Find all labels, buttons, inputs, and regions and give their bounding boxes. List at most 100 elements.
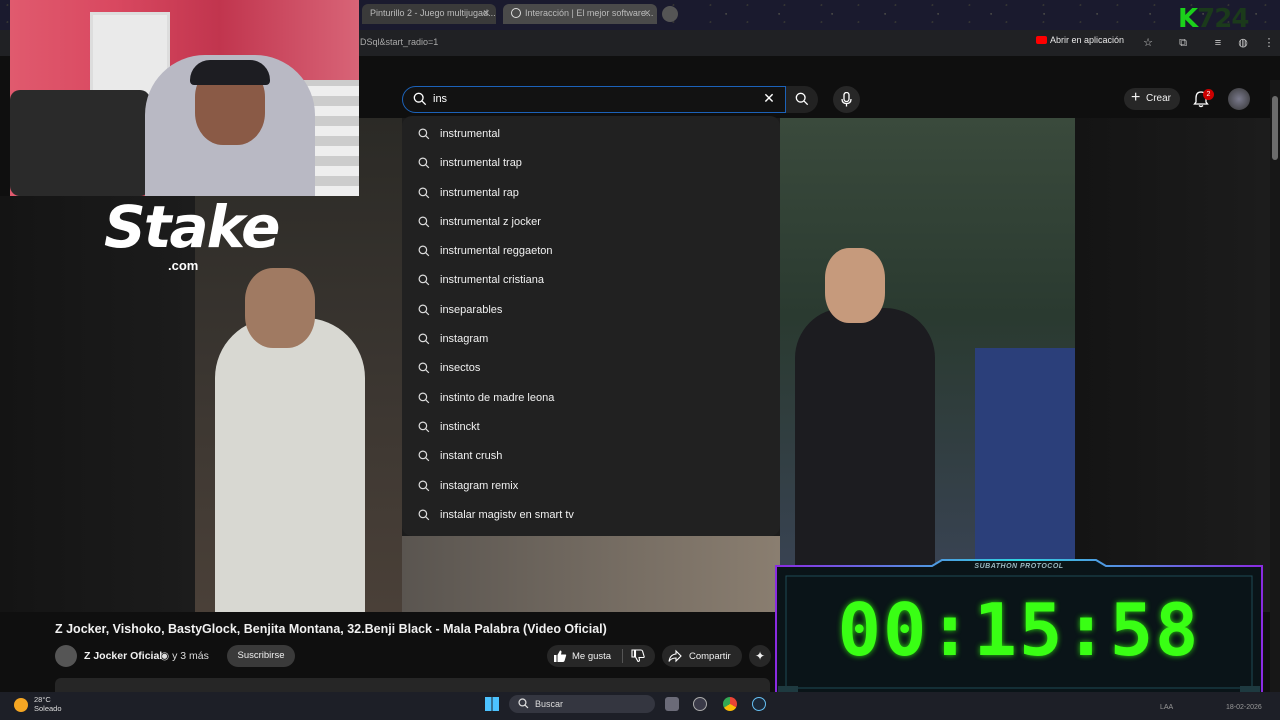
taskbar-search-label: Buscar <box>535 699 564 709</box>
search-icon <box>418 304 430 316</box>
browser-tab[interactable]: Pinturillo 2 - Juego multijugad... ✕ <box>362 4 496 24</box>
search-icon <box>418 480 430 491</box>
search-icon <box>418 450 430 462</box>
search-suggestion-item[interactable]: instrumental cristiana <box>402 266 780 295</box>
video-title: Z Jocker, Vishoko, BastyGlock, Benjita M… <box>55 622 607 636</box>
search-icon <box>418 157 430 169</box>
search-icon <box>418 421 430 433</box>
subathon-timer: SUBATHON PROTOCOL 00:15:58 <box>772 558 1266 706</box>
taskbar-search[interactable]: Buscar <box>509 695 655 713</box>
divider <box>622 649 623 663</box>
create-label: Crear <box>1146 93 1172 104</box>
tab-label: Interacción | El mejor software... <box>525 8 654 18</box>
sponsor-logo-text: Stake <box>104 193 280 261</box>
menu-dots-icon[interactable]: ⋮ <box>1262 36 1276 50</box>
page-background-right <box>1075 118 1270 612</box>
suggestion-label: instrumental trap <box>440 157 522 170</box>
search-suggestion-item[interactable]: instant crush <box>402 442 780 471</box>
webcam-overlay <box>10 0 359 196</box>
more-actions-button[interactable]: ✦ <box>749 645 771 667</box>
channel-avatar[interactable] <box>55 645 77 667</box>
close-icon[interactable]: ✕ <box>482 8 490 19</box>
windows-start-icon[interactable] <box>485 697 499 711</box>
search-suggestion-item[interactable]: instrumental reggaeton <box>402 237 780 266</box>
taskbar-clock[interactable]: 18-02-2026 <box>1226 704 1262 711</box>
thumbs-down-icon[interactable] <box>631 649 645 663</box>
task-view-icon[interactable] <box>665 697 679 711</box>
screen: Pinturillo 2 - Juego multijugad... ✕ Int… <box>0 0 1280 720</box>
page-scrollbar[interactable] <box>1270 80 1280 692</box>
search-icon <box>413 92 427 106</box>
search-suggestion-item[interactable]: insectos <box>402 354 780 383</box>
search-suggestion-item[interactable]: instrumental <box>402 120 780 149</box>
webcam-headset <box>190 60 270 85</box>
webcam-couch <box>10 90 150 196</box>
input-language[interactable]: LAA <box>1160 704 1173 711</box>
media-queue-icon[interactable]: ≡ <box>1211 36 1225 50</box>
browser-tab-active[interactable]: Interacción | El mejor software... ✕ <box>503 4 657 24</box>
search-suggestion-item[interactable]: instalar magistv en smart tv <box>402 501 780 530</box>
timer-value: 00:15:58 <box>837 588 1201 672</box>
search-icon <box>518 698 529 709</box>
bookmark-star-icon[interactable]: ☆ <box>1141 36 1155 50</box>
chrome-icon[interactable] <box>723 697 737 711</box>
thumbs-up-icon[interactable] <box>553 649 567 663</box>
timer-label: SUBATHON PROTOCOL <box>974 563 1064 570</box>
search-suggestion-item[interactable]: instinto de madre leona <box>402 384 780 413</box>
profile-icon[interactable]: ◍ <box>1236 36 1250 50</box>
search-suggestion-item[interactable]: instagram remix <box>402 472 780 501</box>
search-suggestion-item[interactable]: instrumental z jocker <box>402 208 780 237</box>
voice-search-button[interactable] <box>833 86 860 113</box>
extensions-icon[interactable]: ⧉ <box>1176 36 1190 50</box>
search-button[interactable] <box>786 86 818 113</box>
weather-sun-icon[interactable] <box>14 698 28 712</box>
suggestion-label: instinckt <box>440 420 480 433</box>
weather-condition: Soleado <box>34 704 62 713</box>
like-label[interactable]: Me gusta <box>572 651 611 662</box>
collab-label: y 3 más <box>172 650 209 662</box>
search-input[interactable] <box>433 91 733 107</box>
weather-widget[interactable]: 28°C Soleado <box>34 695 62 713</box>
account-avatar[interactable] <box>1228 88 1250 110</box>
search-icon <box>795 92 809 106</box>
search-icon <box>418 509 430 521</box>
video-figure <box>215 318 365 612</box>
search-suggestion-item[interactable]: instrumental rap <box>402 179 780 208</box>
subscribe-button[interactable]: Suscribirse <box>227 645 295 667</box>
close-icon[interactable]: ✕ <box>643 8 651 19</box>
url-text[interactable]: DSql&start_radio=1 <box>360 37 438 47</box>
open-app-label: Abrir en aplicación <box>1050 35 1125 45</box>
notification-badge: 2 <box>1203 89 1214 100</box>
suggestion-label: instant crush <box>440 450 503 463</box>
channel-collab-info: ◉ y 3 más <box>160 650 209 662</box>
suggestion-label: instagram <box>440 333 489 346</box>
suggestion-label: instalar magistv en smart tv <box>440 508 574 521</box>
share-label[interactable]: Compartir <box>689 651 731 662</box>
search-icon <box>418 275 430 286</box>
search-suggestion-item[interactable]: instinckt <box>402 413 780 442</box>
suggestion-label: instrumental z jocker <box>440 215 541 228</box>
suggestion-label: instagram remix <box>440 479 519 492</box>
search-suggestion-item[interactable]: instrumental trap <box>402 149 780 178</box>
scrollbar-thumb[interactable] <box>1272 96 1278 160</box>
search-suggestion-item[interactable]: inseparables <box>402 296 780 325</box>
steam-icon[interactable] <box>752 697 766 711</box>
channel-name[interactable]: Z Jocker Oficial <box>84 650 162 662</box>
sponsor-logo: Stake .com <box>104 192 280 282</box>
clear-search-icon[interactable]: ✕ <box>762 91 776 105</box>
search-suggestion-item[interactable]: instagram <box>402 325 780 354</box>
search-icon <box>418 333 430 345</box>
search-icon <box>418 216 430 228</box>
open-in-app-button[interactable]: Abrir en aplicación <box>1036 35 1124 51</box>
app-icon[interactable] <box>693 697 707 711</box>
plus-icon: + <box>1131 89 1141 106</box>
create-button[interactable]: + Crear <box>1124 88 1180 110</box>
new-tab-button[interactable] <box>662 6 678 22</box>
suggestion-label: instrumental <box>440 128 500 140</box>
description-panel[interactable] <box>55 678 770 692</box>
microphone-icon <box>841 92 852 107</box>
search-icon <box>418 245 430 257</box>
search-suggestions: instrumental instrumental trap instrumenta… <box>402 116 780 536</box>
tab-label: Pinturillo 2 - Juego multijugad... <box>370 8 496 18</box>
video-frame-bottom <box>402 536 780 612</box>
